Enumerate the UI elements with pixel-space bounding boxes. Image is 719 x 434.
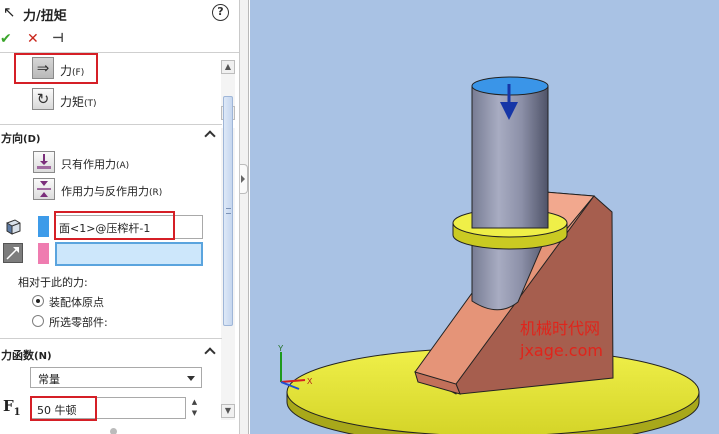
pushpin-icon[interactable]: ⊣: [52, 30, 64, 48]
torque-rotate-icon: ↻: [32, 88, 54, 110]
collapse-chevron-icon[interactable]: [204, 347, 216, 359]
relative-to-label: 相对于此的力:: [18, 276, 88, 289]
triad-y-label: Y: [278, 344, 284, 353]
selected-component-radio[interactable]: [32, 315, 44, 327]
force-arrow-icon: ⇒: [32, 57, 54, 79]
watermark-title: 机械时代网: [520, 319, 600, 338]
chevron-down-icon[interactable]: [187, 376, 195, 381]
collapse-panel-icon[interactable]: [240, 164, 248, 194]
scroll-up-icon[interactable]: ▲: [221, 60, 235, 74]
panel-title: 力/扭矩: [23, 9, 67, 24]
spin-down-icon[interactable]: ▼: [187, 408, 202, 419]
divider: [0, 124, 222, 125]
force-symbol-f1: F1: [3, 397, 21, 418]
scrollbar-thumb[interactable]: [223, 96, 233, 326]
collapse-chevron-icon[interactable]: [204, 130, 216, 142]
direction-selection-row: [0, 242, 222, 266]
force-symbol: F: [3, 397, 14, 415]
action-only-icon: [33, 151, 55, 173]
force-function-group-title: 力函数: [1, 349, 34, 362]
force-torque-property-manager: ↖ 力/扭矩 ? ✔ ✕ ⊣ ⇒ 力(F) ↻ 力矩(T) ▲ ▼ 方向(D): [0, 0, 240, 434]
resize-grip[interactable]: [110, 428, 117, 434]
force-option-shortcut: (F): [72, 68, 85, 78]
torque-option-label: 力矩: [60, 95, 85, 109]
triad-x-label: X: [307, 377, 313, 386]
close-icon[interactable]: ✕: [27, 30, 39, 48]
help-button[interactable]: ?: [212, 4, 229, 21]
direction-group-title: 方向: [1, 132, 23, 145]
direction-arrow-icon[interactable]: [3, 243, 23, 263]
action-reaction-icon: [33, 178, 55, 200]
force-function-value: 常量: [38, 373, 60, 386]
face-selection-highlight: [54, 211, 175, 240]
panel-splitter[interactable]: [240, 0, 249, 434]
force-subscript: 1: [13, 407, 21, 418]
direction-selection-field[interactable]: [55, 242, 203, 266]
check-icon[interactable]: ✔: [0, 30, 12, 48]
direction-group-shortcut: (D): [23, 134, 41, 145]
face-cube-icon: [3, 216, 23, 236]
direction-group-header[interactable]: 方向(D): [0, 128, 222, 146]
action-reaction-label: 作用力与反作用力: [61, 185, 149, 198]
force-arrow-title-icon: ↖: [3, 3, 16, 21]
panel-header: ↖ 力/扭矩 ?: [0, 0, 239, 26]
force-function-group-header[interactable]: 力函数(N): [0, 345, 222, 363]
graphics-viewport[interactable]: Y X 机械时代网 jxage.com: [250, 0, 719, 434]
action-only-shortcut: (A): [116, 161, 130, 171]
force-function-select[interactable]: 常量: [30, 367, 202, 388]
assembly-origin-label: 装配体原点: [49, 296, 104, 309]
watermark-url: jxage.com: [519, 341, 603, 360]
force-option-label: 力: [60, 64, 73, 78]
model-view: Y X 机械时代网 jxage.com: [278, 76, 700, 434]
spin-up-icon[interactable]: ▲: [187, 397, 202, 408]
torque-option-shortcut: (T): [84, 99, 97, 109]
assembly-origin-radio[interactable]: [32, 295, 44, 307]
selected-component-label: 所选零部件:: [49, 316, 108, 329]
face-color-swatch: [38, 216, 49, 237]
divider: [0, 338, 222, 339]
force-function-group-shortcut: (N): [34, 351, 52, 362]
direction-color-swatch: [38, 243, 49, 264]
action-only-label: 只有作用力: [61, 158, 116, 171]
force-value-highlight: [30, 396, 97, 421]
action-buttons: ✔ ✕ ⊣: [0, 30, 90, 48]
force-value-spinner[interactable]: ▲ ▼: [187, 397, 202, 419]
action-reaction-shortcut: (R): [149, 188, 163, 198]
panel-scrollbar[interactable]: ▼: [221, 96, 235, 420]
scroll-down-icon[interactable]: ▼: [221, 404, 235, 418]
force-option-highlight: [14, 53, 98, 84]
